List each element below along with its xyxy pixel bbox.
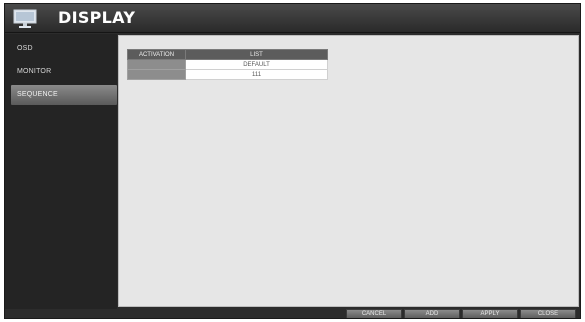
sidebar-item-sequence[interactable]: SEQUENCE — [11, 85, 117, 105]
table-header-row: ACTIVATION LIST — [127, 49, 328, 60]
list-header: LIST — [185, 49, 328, 60]
display-window: DISPLAY OSD MONITOR SEQUENCE ACTIVATION … — [4, 3, 581, 319]
cancel-button[interactable]: CANCEL — [346, 309, 402, 318]
sidebar-item-monitor[interactable]: MONITOR — [11, 62, 117, 82]
sidebar: OSD MONITOR SEQUENCE — [5, 34, 117, 310]
add-button[interactable]: ADD — [404, 309, 460, 318]
apply-button[interactable]: APPLY — [462, 309, 518, 318]
table-row[interactable]: 111 — [127, 69, 328, 80]
activation-header: ACTIVATION — [127, 49, 186, 60]
sequence-name-cell[interactable]: 111 — [185, 69, 328, 80]
close-button[interactable]: CLOSE — [520, 309, 576, 318]
sequence-name-cell[interactable]: DEFAULT — [185, 59, 328, 70]
sidebar-item-osd[interactable]: OSD — [11, 39, 117, 59]
title-bar: DISPLAY — [5, 4, 580, 33]
table-row[interactable]: DEFAULT — [127, 59, 328, 70]
activation-checkbox[interactable] — [127, 59, 186, 70]
activation-checkbox[interactable] — [127, 69, 186, 80]
window-title: DISPLAY — [58, 8, 136, 27]
content-panel: ACTIVATION LIST DEFAULT 111 — [118, 35, 579, 307]
sequence-table: ACTIVATION LIST DEFAULT 111 — [127, 49, 328, 80]
monitor-icon — [13, 9, 37, 28]
